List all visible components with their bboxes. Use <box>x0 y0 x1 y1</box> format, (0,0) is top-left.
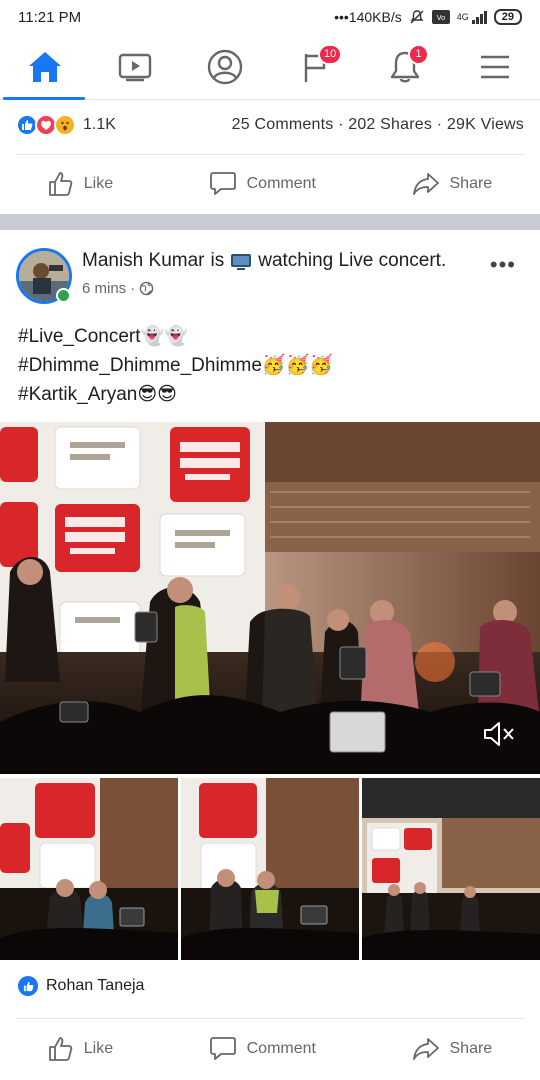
activity-prefix: is <box>210 250 225 271</box>
post-text-line: #Kartik_Aryan😎😎 <box>18 383 177 405</box>
divider <box>16 1018 524 1019</box>
post-time[interactable]: 6 mins <box>82 280 126 297</box>
comment-button[interactable]: Comment <box>209 1036 316 1062</box>
reactions-summary[interactable]: 1.1K 25 Comments · 202 Shares · 29K View… <box>0 100 540 150</box>
comment-label: Comment <box>246 175 316 192</box>
nav-pages[interactable]: 10 <box>270 34 360 100</box>
tv-icon <box>231 254 252 270</box>
profile-icon <box>207 49 243 84</box>
share-icon <box>412 1038 439 1060</box>
liked-by[interactable]: Rohan Taneja <box>18 976 144 996</box>
like-button[interactable]: Like <box>48 171 113 197</box>
nav-home[interactable] <box>0 34 90 100</box>
top-nav: 10 1 <box>0 34 540 100</box>
comment-label: Comment <box>246 1040 316 1057</box>
mute-video-icon[interactable] <box>482 720 516 748</box>
photo-thumbnail[interactable] <box>362 778 540 960</box>
post-actions: Like Comment Share <box>0 1020 540 1078</box>
pages-badge: 10 <box>318 43 343 65</box>
prev-post-actions: Like Comment Share <box>0 155 540 213</box>
reaction-icons: 1.1K <box>16 114 116 136</box>
like-button[interactable]: Like <box>48 1036 113 1062</box>
comment-button[interactable]: Comment <box>209 171 316 197</box>
online-status-dot <box>56 288 71 303</box>
mute-icon <box>410 10 424 24</box>
photo-thumbnail[interactable] <box>181 778 359 960</box>
like-label: Like <box>83 1040 114 1057</box>
live-video-player[interactable] <box>0 422 540 774</box>
post-meta: 6 mins · <box>82 280 154 297</box>
video-frame <box>0 422 540 774</box>
notifications-badge: 1 <box>408 43 429 65</box>
wow-reaction-icon <box>54 114 76 136</box>
battery-icon: 29 <box>493 9 522 25</box>
nav-profile[interactable] <box>180 34 270 100</box>
photo-thumbnail[interactable] <box>0 778 178 960</box>
comment-icon <box>209 172 236 195</box>
nav-watch[interactable] <box>90 34 180 100</box>
network-type: 4G <box>456 12 469 22</box>
network-speed: •••140KB/s <box>334 9 402 25</box>
like-reaction-icon <box>18 976 38 996</box>
menu-icon <box>481 55 509 78</box>
status-bar: 11:21 PM •••140KB/s Vo 4G 29 <box>0 0 540 34</box>
author-name[interactable]: Manish Kumar <box>82 250 205 272</box>
comment-icon <box>209 1037 236 1060</box>
share-icon <box>412 173 439 195</box>
post-text-line: #Dhimme_Dhimme_Dhimme🥳🥳🥳 <box>18 354 333 376</box>
liker-name: Rohan Taneja <box>46 977 145 994</box>
engagement-stats[interactable]: 25 Comments · 202 Shares · 29K Views <box>232 116 524 134</box>
volte-icon: Vo <box>431 10 450 24</box>
author-line: Manish Kumar is watching Live concert. <box>82 250 446 272</box>
video-icon <box>118 53 152 81</box>
more-options-icon[interactable]: ••• <box>490 252 516 278</box>
nav-notifications[interactable]: 1 <box>360 34 450 100</box>
svg-text:Vo: Vo <box>436 14 445 22</box>
nav-menu[interactable] <box>450 34 540 100</box>
activity-text[interactable]: watching Live concert. <box>258 250 446 272</box>
status-time: 11:21 PM <box>18 8 82 26</box>
home-icon <box>29 51 61 82</box>
post-text: #Live_Concert👻👻 #Dhimme_Dhimme_Dhimme🥳🥳🥳… <box>18 322 333 409</box>
share-button[interactable]: Share <box>412 172 493 196</box>
share-label: Share <box>449 1040 493 1057</box>
thumbs-up-icon <box>48 1037 73 1061</box>
thumbs-up-icon <box>48 172 73 196</box>
share-label: Share <box>449 175 493 192</box>
post-text-line: #Live_Concert👻👻 <box>18 325 188 347</box>
feed-separator <box>0 214 540 230</box>
post-header: Manish Kumar is watching Live concert. 6… <box>0 238 540 310</box>
share-button[interactable]: Share <box>412 1037 493 1061</box>
like-label: Like <box>83 175 114 192</box>
signal-icon <box>471 10 487 24</box>
globe-icon <box>139 281 154 296</box>
reaction-count: 1.1K <box>83 116 116 133</box>
photo-grid <box>0 778 540 960</box>
status-indicators: •••140KB/s Vo 4G 29 <box>334 9 522 25</box>
